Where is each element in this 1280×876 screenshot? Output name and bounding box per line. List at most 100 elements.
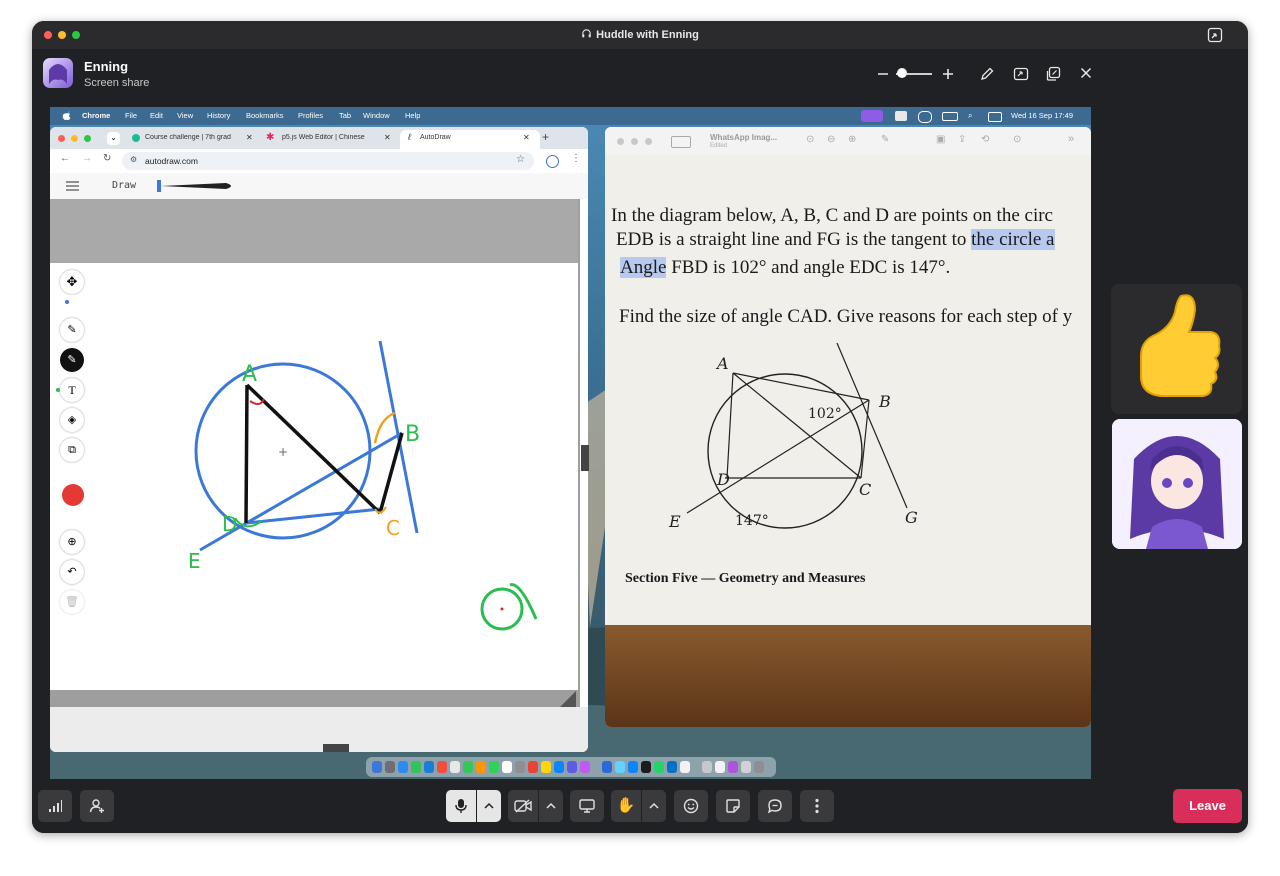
autodraw-tool-icon[interactable]: ✎ <box>60 318 84 342</box>
forward-icon[interactable]: → <box>82 153 92 164</box>
chrome-minimize-dot[interactable] <box>71 135 78 142</box>
menu-bookmarks[interactable]: Bookmarks <box>246 111 284 120</box>
menu-view[interactable]: View <box>177 111 193 120</box>
viewer-zoom-out-icon[interactable]: ⊖ <box>827 134 835 145</box>
shape-tool-icon[interactable]: ⧉ <box>60 438 84 462</box>
markup-icon[interactable]: ✎ <box>881 134 889 145</box>
small-red-dot <box>500 607 504 611</box>
popout-icon[interactable] <box>1045 66 1061 87</box>
menu-profiles[interactable]: Profiles <box>298 111 323 120</box>
chrome-close-dot[interactable] <box>58 135 65 142</box>
participant-avatar-tile <box>1112 419 1242 549</box>
zoom-out-icon[interactable] <box>876 67 890 81</box>
tab-close-icon[interactable]: ✕ <box>523 133 530 142</box>
tab-search-icon[interactable]: ⌄ <box>107 132 120 145</box>
fill-tool-icon[interactable]: ◈ <box>60 408 84 432</box>
hamburger-menu-icon[interactable] <box>66 181 79 191</box>
resize-handle-icon[interactable] <box>560 691 576 707</box>
more-tools-icon[interactable]: » <box>1068 133 1074 145</box>
info-icon[interactable]: ⊙ <box>806 134 814 145</box>
chrome-menu-icon[interactable]: ⋮ <box>571 153 581 164</box>
screen-sharing-indicator-icon[interactable] <box>861 110 883 122</box>
profile-icon[interactable] <box>546 155 559 168</box>
section-title: Section Five — Geometry and Measures <box>625 571 866 586</box>
thread-button[interactable] <box>758 790 792 822</box>
rotate-icon[interactable]: ⟲ <box>981 134 989 145</box>
figure-label-f: F <box>834 343 847 345</box>
pen-icon[interactable] <box>979 66 995 87</box>
sidebar-toggle-icon[interactable] <box>671 136 691 148</box>
emoji-button[interactable] <box>674 790 708 822</box>
apple-icon[interactable] <box>62 111 71 121</box>
reload-icon[interactable]: ↻ <box>103 153 111 164</box>
microphone-button[interactable] <box>446 790 476 822</box>
viewer-zoom-dot[interactable] <box>645 138 652 145</box>
move-tool-icon[interactable]: ✥ <box>60 270 84 294</box>
figure-label-e: E <box>668 512 681 531</box>
problem-line-2: EDB is a straight line and FG is the tan… <box>616 229 1055 251</box>
share-screen-button[interactable] <box>570 790 604 822</box>
drawing-label-e: E <box>188 549 201 573</box>
battery-icon[interactable] <box>942 112 958 121</box>
bookmark-star-icon[interactable]: ☆ <box>516 154 525 165</box>
raise-hand-button[interactable]: ✋ <box>611 790 641 822</box>
spotlight-icon[interactable]: ⌕ <box>968 111 972 121</box>
zoom-slider-knob[interactable] <box>897 68 907 78</box>
undo-icon[interactable]: ↶ <box>60 560 84 584</box>
brush-size-slider[interactable] <box>156 178 236 194</box>
text-tool-icon[interactable]: T <box>60 378 84 402</box>
tab-course-challenge[interactable]: Course challenge | 7th grad ✕ <box>127 130 257 149</box>
search-icon[interactable]: ⊙ <box>1013 134 1021 145</box>
zoom-in-icon[interactable] <box>941 67 955 81</box>
more-options-button[interactable] <box>800 790 834 822</box>
menu-edit[interactable]: Edit <box>150 111 163 120</box>
mac-dock <box>366 757 776 777</box>
tab-p5js[interactable]: ✱ p5.js Web Editor | Chinese ✕ <box>260 130 394 149</box>
site-info-icon[interactable]: ⚙ <box>130 155 137 164</box>
close-icon[interactable] <box>1079 66 1093 85</box>
viewer-close-dot[interactable] <box>617 138 624 145</box>
menu-window[interactable]: Window <box>363 111 390 120</box>
problem-line-1: In the diagram below, A, B, C and D are … <box>611 205 1053 226</box>
new-tab-icon[interactable]: + <box>542 130 549 144</box>
menu-tab[interactable]: Tab <box>339 111 351 120</box>
menu-history[interactable]: History <box>207 111 230 120</box>
menu-app-name[interactable]: Chrome <box>82 111 110 120</box>
fullscreen-icon[interactable] <box>1013 66 1029 87</box>
control-center-icon[interactable] <box>988 112 1002 122</box>
tab-close-icon[interactable]: ✕ <box>384 133 391 142</box>
draw-tool-icon[interactable]: ✎ <box>60 348 84 372</box>
share-icon[interactable]: ⇪ <box>958 134 966 145</box>
tab-autodraw[interactable]: ℓ AutoDraw ✕ <box>400 130 540 149</box>
autodraw-toolbar: ✥ ✎ ✎ T ◈ ⧉ <box>56 270 86 490</box>
viewer-minimize-dot[interactable] <box>631 138 638 145</box>
connection-button[interactable] <box>38 790 72 822</box>
reactions-options-button[interactable] <box>642 790 666 822</box>
tab-close-icon[interactable]: ✕ <box>246 133 253 142</box>
dock-app-icons[interactable] <box>366 757 776 777</box>
link-icon[interactable] <box>918 111 932 123</box>
chrome-zoom-dot[interactable] <box>84 135 91 142</box>
split-divider-handle[interactable] <box>581 445 589 471</box>
video-options-button[interactable] <box>539 790 563 822</box>
window-icon[interactable]: ▣ <box>936 134 945 145</box>
add-people-button[interactable] <box>80 790 114 822</box>
menu-help[interactable]: Help <box>405 111 420 120</box>
address-bar[interactable]: ⚙ autodraw.com ☆ <box>122 152 534 170</box>
keyboard-input-icon[interactable] <box>895 111 907 121</box>
menu-file[interactable]: File <box>125 111 137 120</box>
more-icon <box>815 798 819 814</box>
microphone-options-button[interactable] <box>477 790 501 822</box>
viewer-zoom-in-icon[interactable]: ⊕ <box>848 134 856 145</box>
color-swatch[interactable] <box>62 484 84 506</box>
zoom-tool-icon[interactable]: ⊕ <box>60 530 84 554</box>
canvas-scroll-handle[interactable] <box>323 744 349 752</box>
minimize-icon[interactable] <box>1207 27 1223 43</box>
video-button[interactable] <box>508 790 538 822</box>
sticker-button[interactable] <box>716 790 750 822</box>
delete-icon[interactable]: 🗑 <box>60 590 84 614</box>
leave-button[interactable]: Leave <box>1173 789 1242 823</box>
back-icon[interactable]: ← <box>60 153 70 164</box>
figure-angle-147: 147° <box>735 513 769 529</box>
drawing-canvas[interactable]: A B C D E + <box>50 263 578 690</box>
